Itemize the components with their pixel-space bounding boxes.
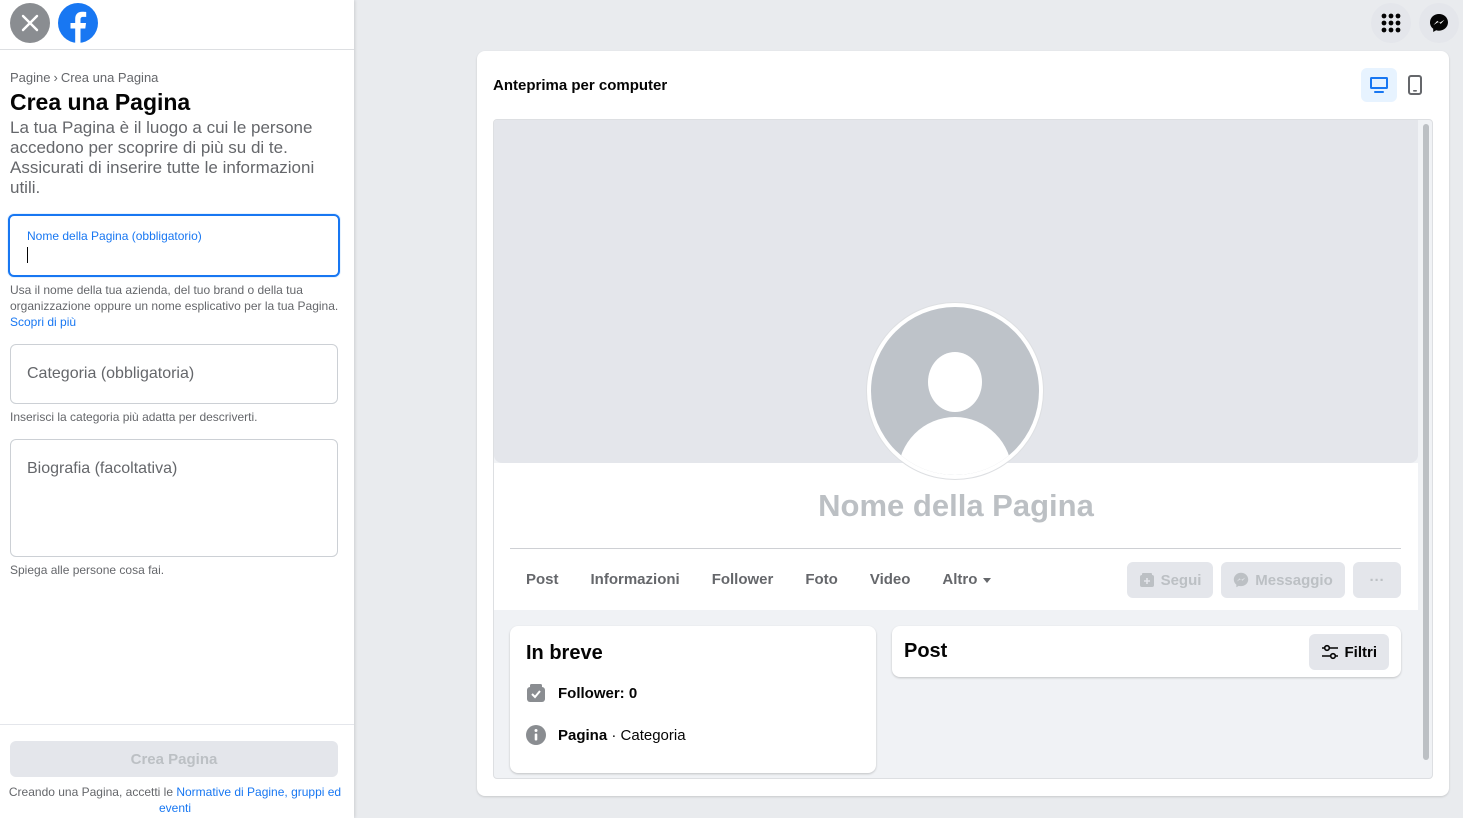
page-body: In breve Follower: 0 Pagina · Categoria … — [494, 610, 1418, 778]
posts-title: Post — [904, 640, 948, 662]
more-options-button[interactable]: ··· — [1353, 562, 1401, 598]
desktop-preview-card: Anteprima per computer Nome della Pagina… — [477, 51, 1449, 796]
tab-altro[interactable]: Altro — [926, 562, 1007, 598]
info-icon — [526, 725, 546, 745]
page-category-label: · Categoria — [611, 726, 686, 744]
form-content: Pagine › Crea una Pagina Crea una Pagina L… — [8, 70, 340, 578]
preview-scrollbar[interactable] — [1422, 122, 1430, 776]
scrollbar-thumb[interactable] — [1423, 124, 1429, 760]
page-type-label: Pagina — [558, 726, 608, 744]
follow-icon — [1139, 573, 1154, 587]
tab-video[interactable]: Video — [854, 562, 927, 598]
intro-title: In breve — [526, 642, 603, 664]
messenger-button[interactable] — [1419, 3, 1459, 43]
tab-foto[interactable]: Foto — [789, 562, 853, 598]
message-label: Messaggio — [1255, 571, 1333, 589]
follow-button[interactable]: Segui — [1127, 562, 1213, 598]
breadcrumb: Pagine › Crea una Pagina — [10, 70, 340, 86]
bio-placeholder: Biografia (facoltativa) — [27, 460, 178, 477]
bio-help: Spiega alle persone cosa fai. — [10, 563, 165, 577]
menu-button[interactable] — [1371, 3, 1411, 43]
preview-page-name: Nome della Pagina — [818, 488, 1094, 523]
messenger-icon — [1234, 572, 1249, 588]
filters-label: Filtri — [1344, 643, 1378, 661]
followers-count: Follower: 0 — [558, 684, 638, 702]
follow-label: Segui — [1160, 571, 1202, 589]
followers-row: Follower: 0 — [526, 683, 637, 703]
followers-icon — [527, 684, 545, 702]
page-preview-frame: Nome della Pagina Post Informazioni Foll… — [493, 119, 1433, 779]
messenger-icon — [1430, 14, 1448, 32]
profile-picture — [867, 303, 1043, 479]
terms-prefix: Creando una Pagina, accetti le — [8, 785, 173, 799]
mobile-icon — [1408, 75, 1422, 95]
terms-link[interactable]: Normative di Pagine, gruppi ed eventi — [159, 785, 341, 815]
bio-field[interactable]: Biografia (facoltativa) — [10, 439, 338, 557]
caret-down-icon — [983, 577, 992, 583]
filter-icon — [1321, 644, 1338, 660]
footer: Crea Pagina Creando una Pagina, accetti … — [0, 724, 354, 818]
page-name-field[interactable]: Nome della Pagina (obbligatorio) — [8, 214, 340, 277]
category-placeholder: Categoria (obbligatoria) — [27, 365, 195, 382]
preview-title: Anteprima per computer — [493, 77, 668, 94]
page-title: Crea una Pagina — [10, 89, 191, 115]
top-bar — [0, 0, 354, 50]
desktop-icon — [1370, 77, 1388, 93]
tab-altro-label: Altro — [942, 571, 978, 588]
posts-card: Post Filtri — [892, 626, 1401, 677]
more-icon: ··· — [1369, 571, 1385, 589]
mobile-view-button[interactable] — [1397, 68, 1433, 102]
terms-text: Creando una Pagina, accetti le Normative… — [4, 784, 346, 816]
page-description: La tua Pagina è il luogo a cui le person… — [10, 118, 315, 197]
breadcrumb-separator: › — [53, 70, 58, 85]
facebook-logo[interactable] — [58, 3, 98, 43]
text-cursor — [27, 247, 28, 263]
tab-post[interactable]: Post — [510, 562, 575, 598]
avatar-placeholder-icon — [871, 307, 1039, 475]
page-name-label: Nome della Pagina (obbligatorio) — [27, 229, 202, 243]
desktop-view-button[interactable] — [1361, 68, 1397, 102]
tab-informazioni[interactable]: Informazioni — [575, 562, 696, 598]
page-name-help-text: Usa il nome della tua azienda, del tuo b… — [10, 283, 339, 313]
intro-card: In breve Follower: 0 Pagina · Categoria — [510, 626, 876, 773]
breadcrumb-root[interactable]: Pagine — [10, 70, 50, 85]
header-divider — [510, 548, 1401, 549]
create-page-panel: Pagine › Crea una Pagina Crea una Pagina L… — [0, 0, 354, 818]
grid-menu-icon — [1381, 13, 1401, 33]
close-button[interactable] — [10, 3, 50, 43]
filters-button[interactable]: Filtri — [1308, 634, 1389, 670]
close-icon — [21, 14, 39, 32]
message-button[interactable]: Messaggio — [1221, 562, 1345, 598]
tab-follower[interactable]: Follower — [696, 562, 790, 598]
category-field[interactable]: Categoria (obbligatoria) — [10, 344, 338, 404]
category-help: Inserisci la categoria più adatta per de… — [10, 410, 258, 424]
category-row: Pagina · Categoria — [526, 725, 686, 745]
breadcrumb-current: Crea una Pagina — [60, 70, 159, 85]
learn-more-link[interactable]: Scopri di più — [10, 315, 76, 329]
page-tabs: Post Informazioni Follower Foto Video Al… — [510, 562, 1007, 598]
create-page-button[interactable]: Crea Pagina — [10, 741, 338, 777]
page-name-help: Usa il nome della tua azienda, del tuo b… — [10, 282, 340, 330]
